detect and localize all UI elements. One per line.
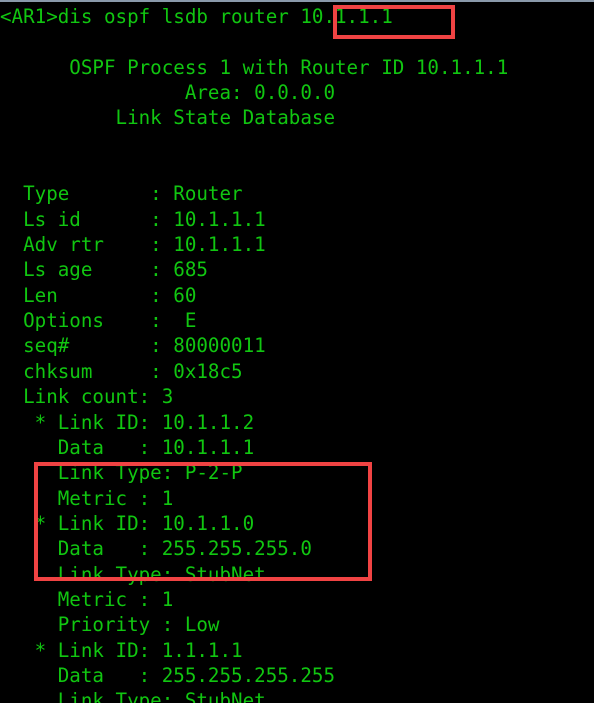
console-line: Type : Router xyxy=(0,182,243,206)
console-output[interactable]: <AR1>dis ospf lsdb router 10.1.1.1 OSPF … xyxy=(0,2,594,703)
console-line: seq# : 80000011 xyxy=(0,334,266,358)
console-line: Link Type: P-2-P xyxy=(0,461,243,485)
console-line: Link State Database xyxy=(0,106,336,130)
terminal-window[interactable]: <AR1>dis ospf lsdb router 10.1.1.1 OSPF … xyxy=(0,0,594,703)
console-line: Data : 255.255.255.255 xyxy=(0,663,336,687)
console-line: Len : 60 xyxy=(0,283,197,307)
console-line: OSPF Process 1 with Router ID 10.1.1.1 xyxy=(0,55,509,79)
console-line: Link Type: StubNet xyxy=(0,689,266,703)
console-line: Ls id : 10.1.1.1 xyxy=(0,207,266,231)
console-line: Data : 255.255.255.0 xyxy=(0,537,312,561)
console-line: chksum : 0x18c5 xyxy=(0,359,243,383)
console-line: Metric : 1 xyxy=(0,486,174,510)
console-line: Area: 0.0.0.0 xyxy=(0,81,336,105)
console-line: <AR1>dis ospf lsdb router 10.1.1.1 xyxy=(0,5,393,28)
console-line: Ls age : 685 xyxy=(0,258,208,282)
console-line: * Link ID: 10.1.1.2 xyxy=(0,410,255,434)
console-line: Options : E xyxy=(0,309,197,333)
console-line: Priority : Low xyxy=(0,613,220,637)
console-line: Link Type: StubNet xyxy=(0,562,266,586)
console-line: Adv rtr : 10.1.1.1 xyxy=(0,233,266,257)
console-line: Data : 10.1.1.1 xyxy=(0,435,255,459)
console-line: * Link ID: 10.1.1.0 xyxy=(0,511,255,535)
console-line: Metric : 1 xyxy=(0,587,174,611)
console-line: * Link ID: 1.1.1.1 xyxy=(0,638,243,662)
console-line: Link count: 3 xyxy=(0,385,174,409)
